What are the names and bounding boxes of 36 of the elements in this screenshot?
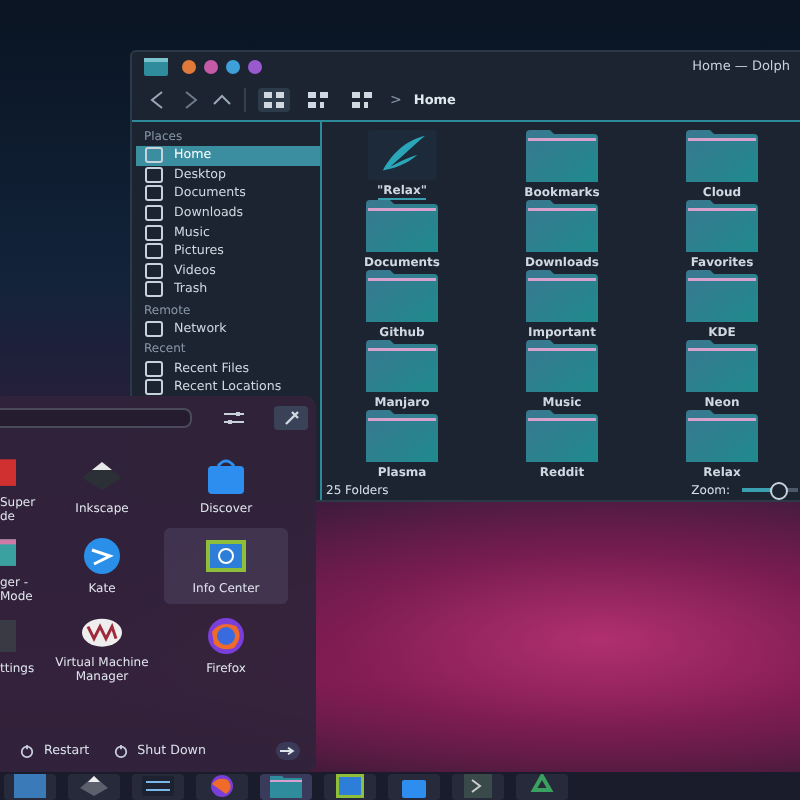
pin-icon <box>281 408 301 428</box>
window-control-button[interactable] <box>204 59 218 73</box>
power-icon <box>113 744 128 758</box>
app-icon <box>0 616 16 656</box>
taskbar-button[interactable] <box>452 773 504 799</box>
info-icon <box>334 774 366 798</box>
more-options-button[interactable] <box>276 742 300 760</box>
app-icon <box>14 774 46 798</box>
details-list-icon <box>352 92 372 108</box>
taskbar-button[interactable] <box>132 773 184 799</box>
arrow-icon <box>280 746 296 756</box>
fox-globe-icon <box>206 774 238 798</box>
app-icon <box>0 456 16 490</box>
compact-list-icon <box>308 92 328 108</box>
window-control-button[interactable] <box>226 59 240 73</box>
vm-logo-icon <box>80 616 124 650</box>
window-control-button[interactable] <box>248 59 262 73</box>
feather-image-icon[interactable] <box>366 130 438 180</box>
icon-view-button[interactable] <box>258 88 290 112</box>
window-control-button[interactable] <box>182 59 196 73</box>
icon-grid-icon <box>264 92 284 108</box>
diamond-icon <box>78 774 110 798</box>
pin-button[interactable] <box>274 406 308 430</box>
power-icon <box>20 744 34 758</box>
info-icon <box>204 536 248 576</box>
details-view-button[interactable] <box>346 88 378 112</box>
taskbar-button[interactable] <box>324 773 376 799</box>
fox-globe-icon <box>204 616 248 656</box>
sliders-icon[interactable] <box>224 410 244 426</box>
terminal-icon <box>462 774 494 798</box>
diamond-icon <box>80 456 124 496</box>
search-field[interactable] <box>0 408 192 428</box>
taskbar-button[interactable] <box>68 773 120 799</box>
taskbar-button[interactable] <box>260 773 312 799</box>
compact-view-button[interactable] <box>302 88 334 112</box>
app-icon <box>0 536 16 570</box>
